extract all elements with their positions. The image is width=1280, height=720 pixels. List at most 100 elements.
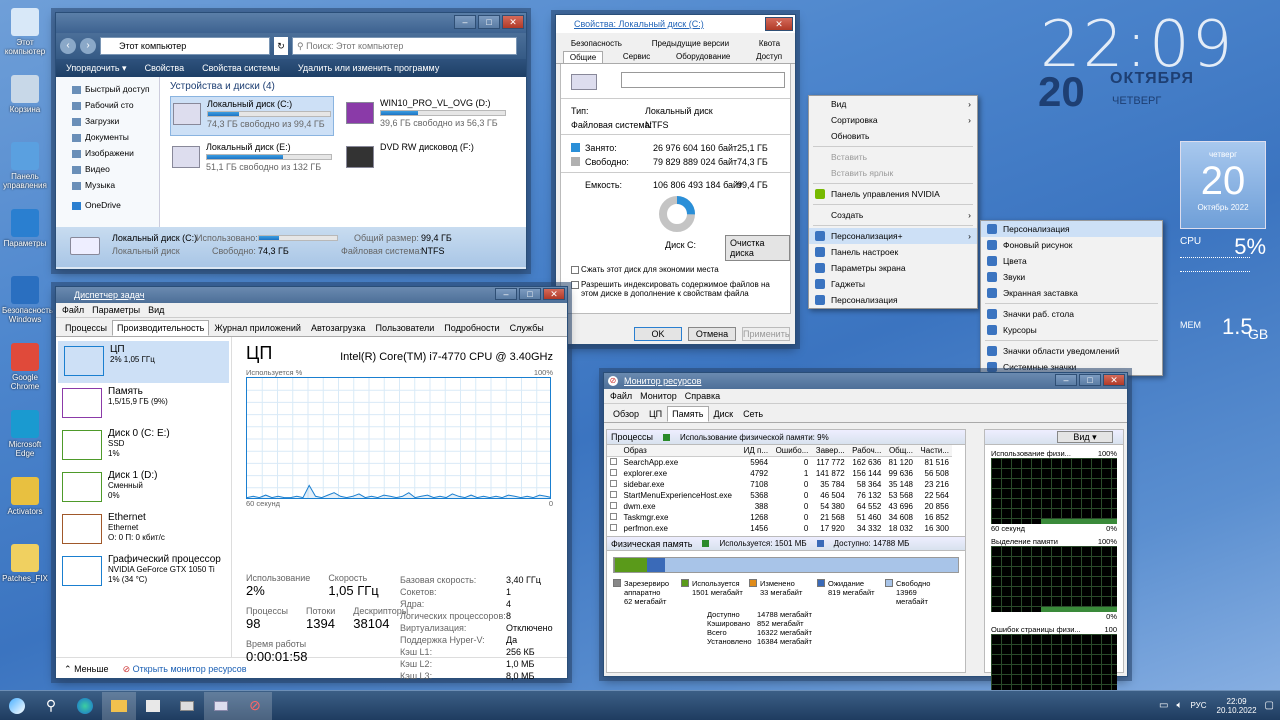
minimize-button[interactable]: – bbox=[454, 15, 476, 29]
context-item[interactable]: Сортировка › bbox=[809, 112, 977, 128]
context-item[interactable]: Панель настроек bbox=[809, 244, 977, 260]
resmon-tab[interactable]: Память bbox=[667, 406, 709, 422]
submenu-item[interactable]: Персонализация bbox=[981, 221, 1162, 237]
column-header[interactable]: Образ bbox=[621, 445, 740, 457]
table-row[interactable]: explorer.exe 4792 1 141 872 156 144 99 636 56 … bbox=[607, 468, 952, 479]
nav-item[interactable]: Видео bbox=[72, 161, 159, 177]
context-item[interactable]: Вид › bbox=[809, 96, 977, 112]
resmon-tab[interactable]: Диск bbox=[709, 406, 739, 422]
resmon-tab[interactable]: ЦП bbox=[644, 406, 667, 422]
props-tab[interactable]: Квота bbox=[759, 39, 780, 48]
properties-taskbar-button[interactable] bbox=[170, 692, 204, 720]
submenu-item[interactable]: Курсоры bbox=[981, 322, 1162, 338]
desktop-icon-0[interactable]: Этот компьютер bbox=[2, 8, 48, 56]
context-item[interactable]: Параметры экрана bbox=[809, 260, 977, 276]
maximize-button[interactable]: □ bbox=[1079, 374, 1101, 386]
explorer-window[interactable]: – □ ✕ ‹ › Этот компьютер ↻ ⚲ Поиск: Этот к… bbox=[55, 12, 527, 270]
resource-monitor-window[interactable]: ⊘ Монитор ресурсов – □ ✕ Файл Монитор Справка… bbox=[603, 372, 1128, 700]
desktop-icon-6[interactable]: Microsoft Edge bbox=[2, 410, 48, 458]
volume-icon[interactable]: 🔈︎ bbox=[1176, 700, 1182, 711]
minimize-button[interactable]: – bbox=[1055, 374, 1077, 386]
column-header[interactable]: Ошибо... bbox=[771, 445, 811, 457]
props-tab[interactable]: Предыдущие версии bbox=[652, 39, 729, 48]
table-row[interactable]: perfmon.exe 1456 0 17 920 34 332 18 032 16 300 bbox=[607, 523, 952, 534]
context-item[interactable]: Персонализация+ › bbox=[809, 228, 977, 244]
perf-item[interactable]: Диск 0 (C: E:) SSD 1% bbox=[56, 425, 231, 467]
ok-button[interactable]: OK bbox=[634, 327, 682, 341]
table-row[interactable]: sidebar.exe 7108 0 35 784 58 364 35 148 23 216 bbox=[607, 479, 952, 490]
explorer-button[interactable] bbox=[102, 691, 136, 720]
apply-button[interactable]: Применить bbox=[742, 327, 790, 341]
resmon-taskbar-button[interactable]: ⊘ bbox=[238, 691, 272, 720]
properties-dialog[interactable]: Свойства: Локальный диск (C:) ✕ Безопасн… bbox=[555, 14, 796, 345]
taskmgr-tab[interactable]: Процессы bbox=[60, 320, 112, 336]
resmon-tab[interactable]: Сеть bbox=[738, 406, 768, 422]
toolbar-button-3[interactable]: Удалить или изменить программу bbox=[298, 63, 439, 73]
search-button[interactable]: ⚲ bbox=[34, 692, 68, 720]
column-header[interactable]: Рабоч... bbox=[848, 445, 885, 457]
context-item[interactable]: Персонализация bbox=[809, 292, 977, 308]
table-row[interactable]: dwm.exe 388 0 54 380 64 552 43 696 20 856 bbox=[607, 501, 952, 512]
row-checkbox[interactable] bbox=[610, 480, 617, 487]
view-button[interactable]: Вид ▾ bbox=[1057, 431, 1113, 443]
context-item[interactable]: Вставить ярлык bbox=[809, 165, 977, 181]
perf-item[interactable]: Графический процессор NVIDIA GeForce GTX … bbox=[56, 551, 231, 593]
taskmgr-tab[interactable]: Производительность bbox=[112, 320, 210, 336]
search-input[interactable]: ⚲ Поиск: Этот компьютер bbox=[292, 37, 517, 55]
desktop-icon-3[interactable]: Параметры bbox=[2, 209, 48, 248]
open-monitor-link[interactable]: ⊘ Открыть монитор ресурсов bbox=[123, 664, 247, 675]
cleanup-button[interactable]: Очистка диска bbox=[725, 235, 790, 261]
maximize-button[interactable]: □ bbox=[478, 15, 500, 29]
index-checkbox[interactable] bbox=[571, 281, 579, 289]
minimize-button[interactable]: – bbox=[495, 288, 517, 300]
resmon-tab[interactable]: Обзор bbox=[608, 406, 644, 422]
less-button[interactable]: ⌃ Меньше bbox=[64, 664, 109, 675]
taskmgr-tab[interactable]: Журнал приложений bbox=[209, 320, 306, 336]
edge-button[interactable] bbox=[68, 692, 102, 720]
close-button[interactable]: ✕ bbox=[543, 288, 565, 300]
drive-tile[interactable]: DVD RW дисковод (F:) bbox=[344, 140, 508, 180]
compress-checkbox[interactable] bbox=[571, 266, 579, 274]
taskmgr-tab[interactable]: Подробности bbox=[439, 320, 504, 336]
calendar-gadget[interactable]: четверг 20 Октябрь 2022 bbox=[1180, 141, 1266, 229]
desktop-icon-7[interactable]: Activators bbox=[2, 477, 48, 516]
row-checkbox[interactable] bbox=[610, 469, 617, 476]
tray-clock[interactable]: 22:09 20.10.2022 bbox=[1217, 697, 1257, 715]
column-header[interactable]: Общ... bbox=[884, 445, 916, 457]
start-button[interactable] bbox=[0, 692, 34, 720]
row-checkbox[interactable] bbox=[610, 524, 617, 531]
submenu-item[interactable]: Значки раб. стола bbox=[981, 306, 1162, 322]
menu-item[interactable]: Вид bbox=[148, 305, 164, 315]
submenu-item[interactable]: Экранная заставка bbox=[981, 285, 1162, 301]
taskmgr-tab[interactable]: Службы bbox=[505, 320, 549, 336]
back-icon[interactable]: ‹ bbox=[60, 38, 76, 54]
taskmgr-tab[interactable]: Пользователи bbox=[371, 320, 440, 336]
submenu-item[interactable]: Фоновый рисунок bbox=[981, 237, 1162, 253]
close-button[interactable]: ✕ bbox=[765, 17, 793, 31]
nav-item[interactable]: Рабочий сто bbox=[72, 97, 159, 113]
drive-label-input[interactable] bbox=[621, 72, 785, 88]
forward-icon[interactable]: › bbox=[80, 38, 96, 54]
column-header[interactable]: Части... bbox=[916, 445, 952, 457]
menu-item[interactable]: Монитор bbox=[640, 391, 677, 401]
column-header[interactable]: Завер... bbox=[811, 445, 847, 457]
nav-item[interactable]: Документы bbox=[72, 129, 159, 145]
taskmgr-tab[interactable]: Автозагрузка bbox=[306, 320, 371, 336]
perf-item[interactable]: Диск 1 (D:) Сменный 0% bbox=[56, 467, 231, 509]
submenu-item[interactable]: Звуки bbox=[981, 269, 1162, 285]
table-row[interactable]: Taskmgr.exe 1268 0 21 568 51 460 34 608 16 852 bbox=[607, 512, 952, 523]
submenu-item[interactable]: Значки области уведомлений bbox=[981, 343, 1162, 359]
language-indicator[interactable]: РУС bbox=[1190, 701, 1206, 710]
menu-item[interactable]: Справка bbox=[685, 391, 720, 401]
nav-item[interactable]: OneDrive bbox=[72, 197, 159, 213]
row-checkbox[interactable] bbox=[610, 502, 617, 509]
drive-tile[interactable]: Локальный диск (C:) 74,3 ГБ свободно из 9… bbox=[170, 96, 334, 136]
drive-tile[interactable]: WIN10_PRO_VL_OVG (D:) 39,6 ГБ свободно из… bbox=[344, 96, 508, 136]
perf-item[interactable]: ЦП 2% 1,05 ГГц bbox=[58, 341, 229, 383]
desktop-icon-4[interactable]: Безопасность Windows bbox=[2, 276, 53, 324]
props-tab[interactable]: Доступ bbox=[750, 51, 788, 63]
column-header[interactable]: ИД п... bbox=[739, 445, 771, 457]
table-row[interactable]: StartMenuExperienceHost.exe 5368 0 46 504 76… bbox=[607, 490, 952, 501]
context-item[interactable]: Гаджеты bbox=[809, 276, 977, 292]
context-item[interactable]: Вставить bbox=[809, 149, 977, 165]
